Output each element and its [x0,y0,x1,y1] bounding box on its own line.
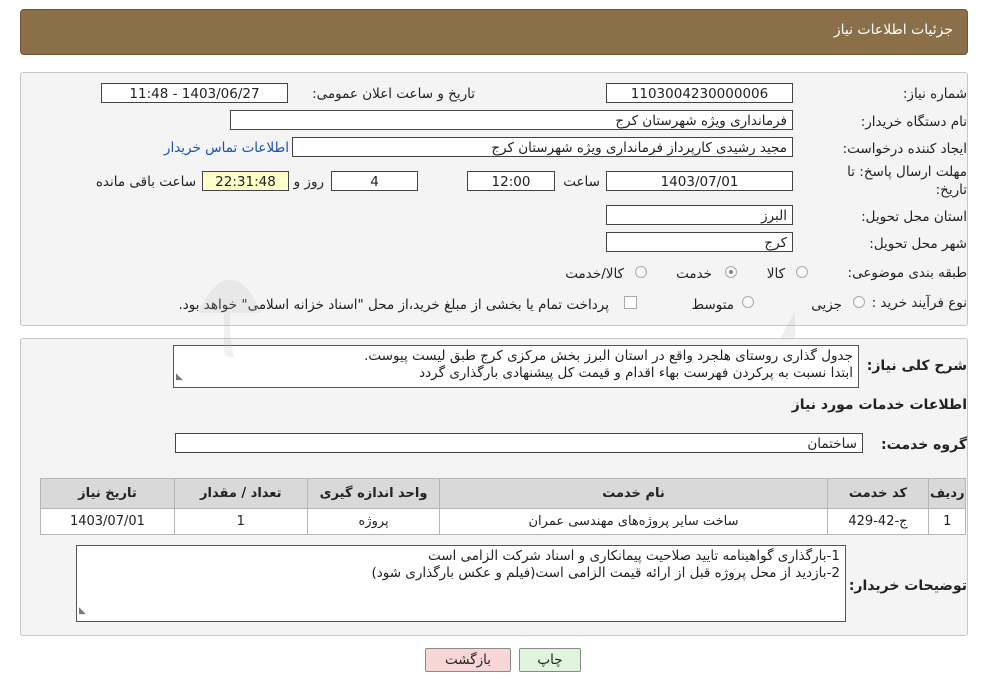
city-label: شهر محل تحویل: [869,236,967,252]
cell-quantity: 1 [173,508,308,535]
process-option-medium: متوسط [691,297,734,313]
services-section-title: اطلاعات خدمات مورد نیاز [791,397,967,413]
page-title: جزئیات اطلاعات نیاز [833,22,953,38]
description-line-2: ابتدا نسبت به پرکردن فهرست بهاء اقدام و … [419,365,853,381]
service-group-label: گروه خدمت: [881,437,967,453]
deadline-time-field: 12:00 [467,171,555,191]
creator-field: مجید رشیدی کارپرداز فرمانداری ویژه شهرست… [292,137,793,157]
deadline-time-label: ساعت [563,174,600,190]
services-table-header: ردیف کد خدمت نام خدمت واحد اندازه گیری ت… [40,478,966,509]
print-button[interactable]: چاپ [519,648,581,672]
deadline-label-date: تاریخ: [935,182,967,198]
treasury-payment-checkbox[interactable] [624,296,637,309]
need-number-label: شماره نیاز: [902,86,967,102]
deadline-label: مهلت ارسال پاسخ: تا [847,164,967,180]
buyer-notes-label: توضیحات خریدار: [848,578,967,594]
resize-grip-icon[interactable]: ◢ [176,369,183,386]
col-need-date: تاریخ نیاز [40,478,175,509]
category-option-service: خدمت [676,266,712,282]
process-label: نوع فرآیند خرید : [871,295,967,311]
description-label: شرح کلی نیاز: [866,358,967,374]
deadline-date-field: 1403/07/01 [606,171,793,191]
remaining-label: ساعت باقی مانده [95,174,196,190]
table-row: 1 ج-42-429 ساخت سایر پروژه‌های مهندسی عم… [40,508,966,535]
need-number-field: 1103004230000006 [606,83,793,103]
announce-label: تاریخ و ساعت اعلان عمومی: [312,86,475,102]
buyer-org-field: فرمانداری ویژه شهرستان کرج [230,110,793,130]
treasury-payment-note: پرداخت تمام یا بخشی از مبلغ خرید،از محل … [178,297,609,313]
col-row: ردیف [928,478,966,509]
buyer-notes-textarea[interactable]: 1-بارگذاری گواهینامه تایید صلاحیت پیمانک… [76,545,846,622]
description-textarea[interactable]: جدول گذاری روستای هلجرد واقع در استان ال… [173,345,859,388]
process-radio-minor[interactable] [853,296,865,308]
province-field: البرز [606,205,793,225]
buyer-org-label: نام دستگاه خریدار: [860,114,967,130]
col-service-name: نام خدمت [439,478,828,509]
cell-need-date: 1403/07/01 [40,508,175,535]
creator-label: ایجاد کننده درخواست: [842,141,967,157]
category-option-goods: کالا [766,266,785,282]
category-option-goods-service: کالا/خدمت [565,266,624,282]
category-radio-goods-service[interactable] [635,266,647,278]
services-table: ردیف کد خدمت نام خدمت واحد اندازه گیری ت… [40,478,966,535]
category-radio-service[interactable] [725,266,737,278]
days-field: 4 [331,171,418,191]
province-label: استان محل تحویل: [861,209,967,225]
cell-service-name: ساخت سایر پروژه‌های مهندسی عمران [439,508,828,535]
category-label: طبقه بندی موضوعی: [847,265,967,281]
days-label: روز و [293,174,324,190]
city-field: کرج [606,232,793,252]
cell-service-code: ج-42-429 [826,508,930,535]
resize-grip-icon[interactable]: ◢ [79,603,86,620]
process-radio-medium[interactable] [742,296,754,308]
remaining-time-field: 22:31:48 [202,171,289,191]
buyer-notes-line-2: 2-بازدید از محل پروژه قبل از ارائه قیمت … [371,565,840,581]
page-header: جزئیات اطلاعات نیاز [20,9,968,55]
cell-row: 1 [928,508,966,535]
col-service-code: کد خدمت [826,478,930,509]
col-unit: واحد اندازه گیری [306,478,441,509]
category-radio-goods[interactable] [796,266,808,278]
description-line-1: جدول گذاری روستای هلجرد واقع در استان ال… [364,348,853,364]
buyer-contact-link[interactable]: اطلاعات تماس خریدار [164,140,289,156]
buyer-notes-line-1: 1-بارگذاری گواهینامه تایید صلاحیت پیمانک… [427,548,840,564]
back-button[interactable]: بازگشت [425,648,511,672]
announce-field: 1403/06/27 - 11:48 [101,83,288,103]
process-option-minor: جزیی [811,297,842,313]
col-quantity: تعداد / مقدار [173,478,308,509]
cell-unit: پروژه [306,508,441,535]
service-group-field: ساختمان [175,433,863,453]
